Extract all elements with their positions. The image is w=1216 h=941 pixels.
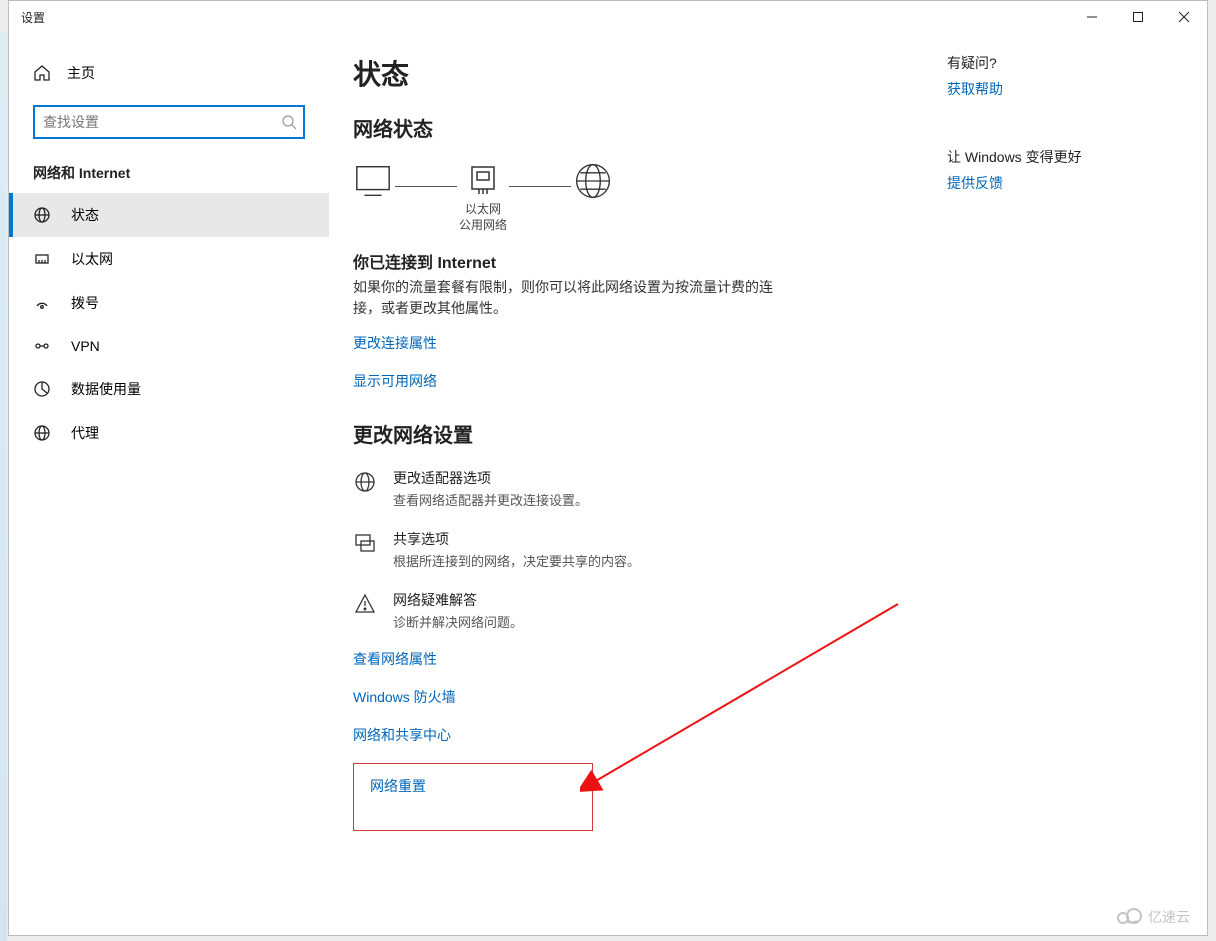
improve-heading: 让 Windows 变得更好 <box>947 147 1177 167</box>
windows-firewall-link[interactable]: Windows 防火墙 <box>353 687 927 707</box>
adapter-options-icon <box>353 470 377 494</box>
change-network-settings-heading: 更改网络设置 <box>353 419 927 448</box>
option-adapter[interactable]: 更改适配器选项 查看网络适配器并更改连接设置。 <box>353 468 927 509</box>
main-column: 状态 网络状态 以太网公用网络 <box>353 53 927 935</box>
search-input[interactable] <box>33 105 305 139</box>
sidebar-item-datausage[interactable]: 数据使用量 <box>9 367 329 411</box>
view-network-properties-link[interactable]: 查看网络属性 <box>353 649 927 669</box>
sidebar-item-status[interactable]: 状态 <box>9 193 329 237</box>
sidebar-item-label: 数据使用量 <box>71 379 141 399</box>
sidebar-group-title: 网络和 Internet <box>9 139 329 193</box>
option-desc: 诊断并解决网络问题。 <box>393 612 523 631</box>
option-title: 更改适配器选项 <box>393 468 588 488</box>
sidebar-item-label: 状态 <box>71 205 99 225</box>
option-title: 网络疑难解答 <box>393 590 523 610</box>
window-controls <box>1069 1 1207 33</box>
troubleshoot-icon <box>353 592 377 616</box>
option-sharing[interactable]: 共享选项 根据所连接到的网络，决定要共享的内容。 <box>353 529 927 570</box>
network-status-heading: 网络状态 <box>353 113 927 142</box>
network-reset-highlight: 网络重置 <box>353 763 593 831</box>
proxy-icon <box>33 424 51 442</box>
connected-text: 如果你的流量套餐有限制，则你可以将此网络设置为按流量计费的连接，或者更改其他属性… <box>353 277 773 319</box>
home-label: 主页 <box>67 63 95 83</box>
svg-text:亿速云: 亿速云 <box>1148 909 1190 925</box>
minimize-icon <box>1086 11 1098 23</box>
help-block: 有疑问? 获取帮助 <box>947 53 1177 99</box>
background-edge <box>0 32 7 941</box>
sidebar: 主页 网络和 Internet 状态 以太网 拨号 <box>9 33 329 935</box>
home-button[interactable]: 主页 <box>9 53 329 93</box>
sidebar-item-dialup[interactable]: 拨号 <box>9 281 329 325</box>
option-title: 共享选项 <box>393 529 640 549</box>
option-desc: 根据所连接到的网络，决定要共享的内容。 <box>393 551 640 570</box>
content: 状态 网络状态 以太网公用网络 <box>329 33 1207 935</box>
settings-window: 设置 主页 <box>8 0 1208 936</box>
option-text: 共享选项 根据所连接到的网络，决定要共享的内容。 <box>393 529 640 570</box>
vpn-icon <box>33 337 51 355</box>
sidebar-item-ethernet[interactable]: 以太网 <box>9 237 329 281</box>
change-connection-properties-link[interactable]: 更改连接属性 <box>353 333 437 353</box>
sharing-icon <box>353 531 377 555</box>
home-icon <box>33 64 51 82</box>
search-container <box>33 105 305 139</box>
option-desc: 查看网络适配器并更改连接设置。 <box>393 490 588 509</box>
network-sharing-center-link[interactable]: 网络和共享中心 <box>353 725 927 745</box>
option-troubleshoot[interactable]: 网络疑难解答 诊断并解决网络问题。 <box>353 590 927 631</box>
sidebar-item-label: 拨号 <box>71 293 99 313</box>
sidebar-item-label: 代理 <box>71 423 99 443</box>
dialup-icon <box>33 294 51 312</box>
globe-icon <box>33 206 51 224</box>
diagram-pc <box>353 161 393 233</box>
option-text: 网络疑难解答 诊断并解决网络问题。 <box>393 590 523 631</box>
diagram-label-empty <box>371 203 374 233</box>
maximize-icon <box>1132 11 1144 23</box>
pc-icon <box>353 161 393 201</box>
diagram-label-empty <box>591 203 594 233</box>
connected-heading: 你已连接到 Internet <box>353 249 927 273</box>
close-button[interactable] <box>1161 1 1207 33</box>
diagram-internet <box>573 161 613 233</box>
window-title: 设置 <box>9 9 45 26</box>
diagram-line <box>395 186 457 187</box>
sidebar-item-proxy[interactable]: 代理 <box>9 411 329 455</box>
network-diagram: 以太网公用网络 <box>353 160 927 233</box>
body: 主页 网络和 Internet 状态 以太网 拨号 <box>9 33 1207 935</box>
ethernet-icon <box>33 250 51 268</box>
show-available-networks-link[interactable]: 显示可用网络 <box>353 371 437 391</box>
feedback-link[interactable]: 提供反馈 <box>947 175 1003 191</box>
diagram-adapter: 以太网公用网络 <box>459 160 507 233</box>
sidebar-item-label: VPN <box>71 338 100 354</box>
search-icon <box>281 114 297 130</box>
datausage-icon <box>33 380 51 398</box>
sidebar-item-vpn[interactable]: VPN <box>9 325 329 367</box>
network-reset-link[interactable]: 网络重置 <box>370 778 426 794</box>
diagram-label-mid: 以太网公用网络 <box>459 202 507 233</box>
maximize-button[interactable] <box>1115 1 1161 33</box>
diagram-line <box>509 186 571 187</box>
page-title: 状态 <box>353 53 927 93</box>
titlebar: 设置 <box>9 1 1207 33</box>
get-help-link[interactable]: 获取帮助 <box>947 81 1003 97</box>
internet-icon <box>573 161 613 201</box>
help-heading: 有疑问? <box>947 53 1177 73</box>
improve-block: 让 Windows 变得更好 提供反馈 <box>947 147 1177 193</box>
sidebar-item-label: 以太网 <box>71 249 113 269</box>
watermark: 亿速云 <box>1114 904 1204 933</box>
option-text: 更改适配器选项 查看网络适配器并更改连接设置。 <box>393 468 588 509</box>
close-icon <box>1178 11 1190 23</box>
search-wrap <box>9 93 329 139</box>
adapter-icon <box>463 160 503 200</box>
minimize-button[interactable] <box>1069 1 1115 33</box>
side-column: 有疑问? 获取帮助 让 Windows 变得更好 提供反馈 <box>927 53 1177 935</box>
